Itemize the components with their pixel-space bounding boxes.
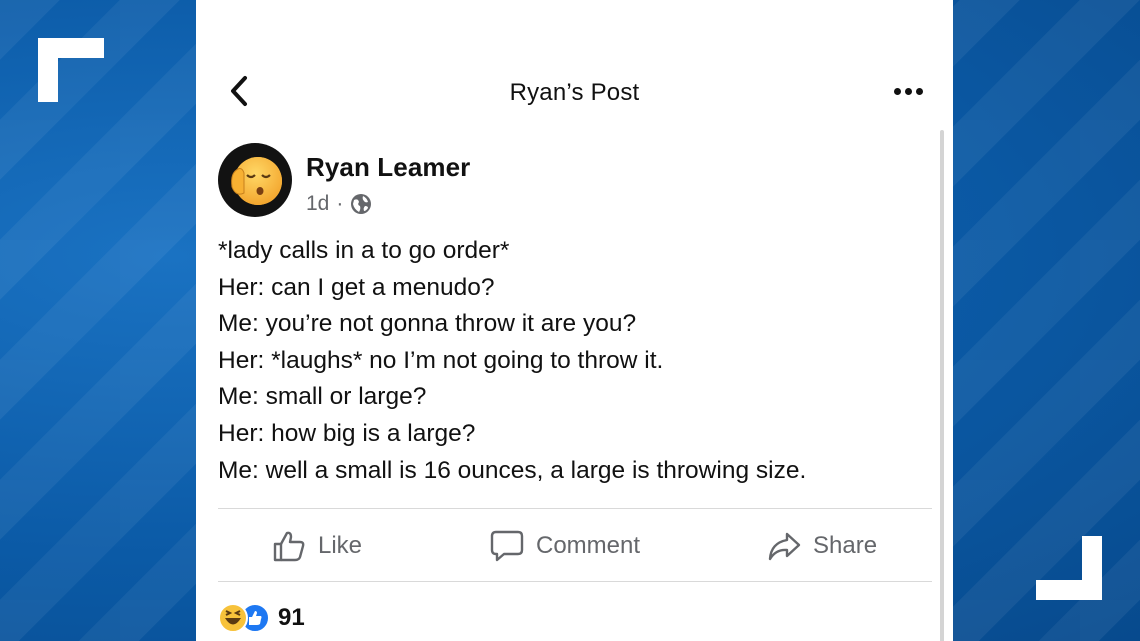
thumbs-up-icon — [273, 531, 305, 562]
post-text: *lady calls in a to go order* Her: can I… — [218, 233, 933, 489]
like-button[interactable]: Like — [272, 526, 362, 566]
comment-button[interactable]: Comment — [490, 526, 640, 566]
comment-bubble-icon — [490, 530, 524, 562]
like-label: Like — [318, 532, 363, 559]
page-title: Ryan’s Post — [509, 79, 640, 106]
haha-reaction-icon — [218, 603, 248, 633]
post-meta: 1d · — [306, 192, 372, 216]
post-line: Me: small or large? — [218, 383, 427, 411]
share-button[interactable]: Share — [767, 526, 877, 566]
share-label: Share — [813, 532, 878, 559]
globe-icon[interactable] — [350, 193, 372, 215]
comment-label: Comment — [536, 532, 641, 559]
post-line: *lady calls in a to go order* — [218, 237, 510, 264]
frame-corner-top-left-vertical — [38, 38, 58, 102]
avatar[interactable] — [218, 143, 292, 217]
top-bar: Ryan’s Post — [196, 60, 953, 124]
more-dot — [904, 87, 912, 95]
post-line: Her: can I get a menudo? — [218, 273, 495, 301]
more-options-button[interactable] — [888, 80, 928, 102]
divider — [218, 581, 932, 582]
author-name[interactable]: Ryan Leamer — [306, 152, 470, 183]
meta-separator: · — [336, 192, 344, 215]
post-line: Me: you’re not gonna throw it are you? — [218, 310, 637, 338]
reaction-count: 91 — [278, 604, 305, 631]
more-dot — [915, 87, 923, 95]
post-line: Her: *laughs* no I’m not going to throw … — [218, 346, 664, 374]
reactions-summary[interactable]: 91 — [218, 603, 305, 633]
frame-corner-bottom-right-vertical — [1082, 536, 1102, 600]
divider — [218, 508, 932, 509]
share-arrow-icon — [768, 532, 801, 561]
timestamp[interactable]: 1d — [306, 192, 329, 216]
post-screen: Ryan’s Post Ryan Leamer 1d · *lady calls… — [196, 0, 953, 641]
post-line: Her: how big is a large? — [218, 419, 476, 447]
scrollbar[interactable] — [940, 130, 944, 641]
post-line: Me: well a small is 16 ounces, a large i… — [218, 456, 807, 484]
more-horizontal-icon — [893, 87, 901, 95]
sleepy-face-emoji — [231, 157, 282, 205]
